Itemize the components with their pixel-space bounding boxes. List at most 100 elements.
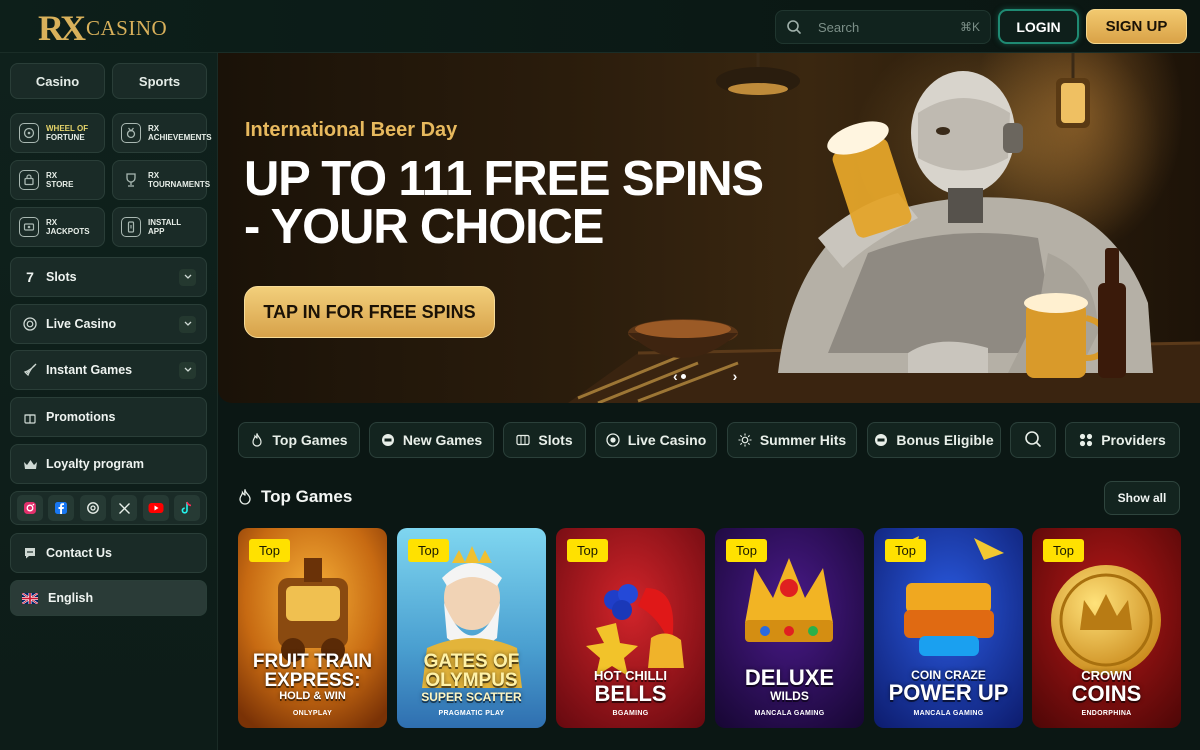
tile-line2: FORTUNE [46,133,85,142]
chevron-down-icon[interactable] [179,268,196,286]
sidebar: Casino Sports WHEEL OF FORTUNE RX ACHIEVEM… [0,53,218,750]
tab-label: Providers [1101,432,1166,448]
threads-icon[interactable] [79,495,106,521]
game-card[interactable]: Top FRUIT TRAIN EXPRESS: HOLD & WIN ONLY… [238,528,387,728]
tile-install-app[interactable]: INSTALL APP [112,207,207,247]
jackpot-icon [19,217,39,237]
x-icon[interactable] [111,495,138,521]
site-logo[interactable]: RX CASINO [38,6,167,46]
sidebar-item-promotions[interactable]: Promotions [10,397,207,437]
toggle-sports[interactable]: Sports [112,63,207,99]
top-badge: Top [408,539,449,562]
search-input[interactable]: Search ⌘K [775,10,991,44]
chat-icon [22,545,38,561]
game-title-line2: COINS [1071,681,1142,706]
sidebar-item-instant-games[interactable]: Instant Games [10,350,207,390]
sun-icon [738,433,752,447]
tile-wheel-of-fortune[interactable]: WHEEL OF FORTUNE [10,113,105,153]
game-provider: MANCALA GAMING [754,710,825,717]
search-icon [1024,430,1042,451]
tile-line2: JACKPOTS [46,227,90,236]
top-badge: Top [1043,539,1084,562]
promo-banner[interactable]: International Beer Day UP TO 111 FREE SP… [218,53,1200,403]
game-provider: ENDORPHINA [1081,710,1132,717]
sidebar-item-slots[interactable]: 7 Slots [10,257,207,297]
game-card[interactable]: Top GATES OF OLYMPUS SUPER SCATTER PRAGM… [397,528,546,728]
grid-icon [1079,433,1093,447]
language-selector[interactable]: English [10,580,207,616]
new-icon [381,433,395,447]
tile-rx-achievements[interactable]: RX ACHIEVEMENTS [112,113,212,153]
tiktok-icon[interactable] [173,495,200,521]
tile-rx-store[interactable]: RX STORE [10,160,105,200]
top-badge: Top [249,539,290,562]
tile-line1: WHEEL OF [46,124,89,133]
banner-title: UP TO 111 FREE SPINS - YOUR CHOICE [244,152,764,254]
toggle-casino[interactable]: Casino [10,63,105,99]
game-title-line1: DELUXE [744,665,835,690]
chevron-down-icon[interactable] [179,361,196,379]
tab-slots[interactable]: Slots [503,422,586,458]
tab-bonus-eligible[interactable]: Bonus Eligible [867,422,1001,458]
game-provider: ONLYPLAY [292,710,333,717]
tab-label: Live Casino [627,432,707,448]
top-games-heading: Top Games [238,487,352,507]
instagram-icon[interactable] [17,495,43,521]
search-icon [786,19,802,35]
tile-line1: RX [148,124,160,133]
game-search-button[interactable] [1010,422,1056,458]
tile-line2: STORE [46,180,74,189]
flame-icon [238,489,252,505]
game-card[interactable]: Top HOT CHILLI BELLS BGAMING [556,528,705,728]
tile-rx-jackpots[interactable]: RX JACKPOTS [10,207,105,247]
tab-label: New Games [402,432,483,448]
game-provider: BGAMING [612,710,649,717]
contact-us-link[interactable]: Contact Us [10,533,207,573]
tile-line1: RX [46,171,58,180]
crown-icon [22,456,38,472]
game-title-line2: WILDS [770,689,809,703]
login-button[interactable]: LOGIN [998,9,1079,44]
game-card[interactable]: Top COIN CRAZE POWER UP MANCALA GAMING [874,528,1023,728]
sidebar-item-live-casino[interactable]: Live Casino [10,304,207,344]
carousel-next-icon[interactable]: › [733,368,738,384]
tab-label: Top Games [272,432,348,448]
free-spins-cta-button[interactable]: TAP IN FOR FREE SPINS [244,286,495,338]
tile-line2: TOURNAMENTS [148,180,211,189]
uk-flag-icon [22,590,38,606]
game-title-line2: POWER UP [888,680,1009,705]
seven-icon: 7 [26,269,34,285]
tab-live-casino[interactable]: Live Casino [595,422,717,458]
show-all-button[interactable]: Show all [1104,481,1180,515]
tile-line1: RX [148,171,160,180]
search-placeholder: Search [818,19,860,35]
tile-line2: ACHIEVEMENTS [148,133,212,142]
youtube-icon[interactable] [142,495,169,521]
facebook-icon[interactable] [48,495,75,521]
trophy-icon [121,170,141,190]
tile-line1: INSTALL [148,218,182,227]
game-card[interactable]: Top CROWN COINS ENDORPHINA [1032,528,1181,728]
tab-top-games[interactable]: Top Games [238,422,360,458]
carousel-controls: ‹ › [673,368,737,384]
game-title-line3: HOLD & WIN [279,690,346,702]
carousel-dot[interactable] [680,373,686,379]
game-card[interactable]: Top DELUXE WILDS MANCALA GAMING [715,528,864,728]
tab-providers[interactable]: Providers [1065,422,1180,458]
game-provider: PRAGMATIC PLAY [438,710,505,717]
language-label: English [48,591,94,605]
tab-summer-hits[interactable]: Summer Hits [727,422,857,458]
gift-icon [22,409,38,425]
sidebar-item-label: Instant Games [46,363,133,377]
search-shortcut: ⌘K [959,20,980,34]
medal-icon [121,123,141,143]
sidebar-item-loyalty[interactable]: Loyalty program [10,444,207,484]
wheel-icon [19,123,39,143]
tile-rx-tournaments[interactable]: RX TOURNAMENTS [112,160,211,200]
tab-new-games[interactable]: New Games [369,422,494,458]
signup-button[interactable]: SIGN UP [1086,9,1187,44]
carousel-prev-icon[interactable]: ‹ [673,368,678,384]
tile-line1: RX [46,218,58,227]
chevron-down-icon[interactable] [179,315,196,333]
top-badge: Top [726,539,767,562]
